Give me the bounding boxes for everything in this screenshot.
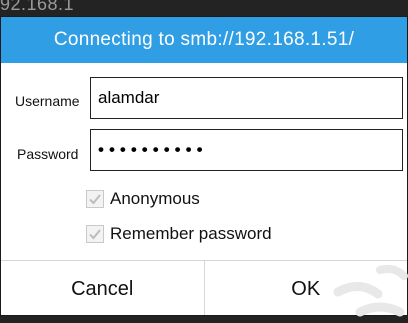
anonymous-checkbox[interactable] <box>86 190 104 208</box>
username-field[interactable]: alamdar <box>90 77 403 119</box>
dialog-title: Connecting to smb://192.168.1.51/ <box>1 17 407 63</box>
checkmark-icon <box>89 194 101 205</box>
cancel-button[interactable]: Cancel <box>1 261 204 315</box>
password-field[interactable]: •••••••••• <box>90 129 403 171</box>
connect-dialog: Connecting to smb://192.168.1.51/ Userna… <box>0 16 408 316</box>
remember-password-option[interactable]: Remember password <box>86 224 272 244</box>
username-label: Username <box>15 93 80 109</box>
anonymous-label: Anonymous <box>110 189 200 208</box>
background-address-text: 92.168.1 <box>0 0 75 14</box>
dialog-button-bar: Cancel OK <box>1 260 407 315</box>
checkmark-icon <box>89 229 101 240</box>
remember-password-checkbox[interactable] <box>86 225 104 243</box>
remember-password-label: Remember password <box>110 224 272 243</box>
password-label: Password <box>17 146 79 162</box>
ok-button[interactable]: OK <box>203 261 407 315</box>
anonymous-option[interactable]: Anonymous <box>86 189 200 209</box>
